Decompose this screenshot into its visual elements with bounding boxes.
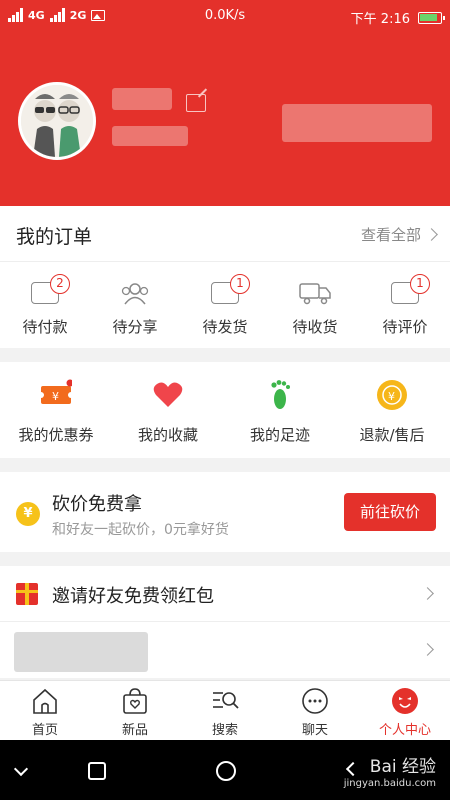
service-footprints[interactable]: 我的足迹 [224,362,336,458]
blurred-content [14,632,148,672]
go-bargain-button[interactable]: 前往砍价 [344,493,436,531]
bag-icon [123,688,147,714]
chevron-right-icon [425,228,438,241]
invite-friends-row[interactable]: 邀请好友免费领红包 [0,566,450,622]
refund-icon: ¥ [377,380,407,410]
blurred-userinfo [112,126,188,146]
services-row: ¥ 我的优惠券 我的收藏 我的足迹 ¥ 退款/售后 [0,362,450,458]
chevron-right-icon [421,587,434,600]
battery-icon [418,11,445,24]
order-pending-review[interactable]: 1 待评价 [360,262,450,348]
order-pending-receipt[interactable]: 待收货 [270,262,360,348]
orders-title: 我的订单 [16,226,93,248]
order-pending-payment[interactable]: 2 待付款 [0,262,90,348]
order-label: 待评价 [382,318,428,336]
tab-label: 个人中心 [378,723,431,738]
chat-icon [302,688,328,714]
nav-back-icon[interactable] [13,761,29,777]
avatar-illustration [21,85,93,157]
clock: 下午 2:16 [350,12,410,27]
tab-label: 搜索 [211,723,238,738]
view-all-label: 查看全部 [360,226,421,244]
svg-text:¥: ¥ [52,390,59,403]
svg-text:¥: ¥ [388,390,395,403]
coupon-icon: ¥ [40,379,72,404]
service-label: 我的优惠券 [18,426,94,444]
service-favorites[interactable]: 我的收藏 [112,362,224,458]
tab-search[interactable]: 搜索 [180,681,270,741]
tab-label: 首页 [31,723,58,738]
nav-home-icon[interactable] [216,761,236,781]
watermark-url: jingyan.baidu.com [343,778,436,789]
tab-chat[interactable]: 聊天 [270,681,360,741]
blurred-username [112,88,172,110]
truck-icon [299,283,331,305]
users-icon [121,283,149,305]
blurred-row[interactable] [0,622,450,678]
order-badge: 2 [50,274,70,294]
search-icon [213,692,239,709]
order-label: 待付款 [22,318,68,336]
service-label: 我的足迹 [249,426,310,444]
service-coupons[interactable]: ¥ 我的优惠券 [0,362,112,458]
order-status-row: 2 待付款 待分享 1 待发货 待收货 1 待评价 [0,262,450,348]
order-label: 待分享 [112,318,158,336]
profile-header [0,34,450,206]
edit-icon[interactable] [186,94,206,112]
service-refund[interactable]: ¥ 退款/售后 [336,362,448,458]
heart-icon [153,382,183,407]
service-label: 我的收藏 [137,426,198,444]
service-label: 退款/售后 [359,426,425,444]
home-icon [33,688,57,714]
tab-home[interactable]: 首页 [0,681,90,741]
avatar[interactable] [18,82,96,160]
tab-profile[interactable]: 个人中心 [360,681,450,741]
tab-label: 新品 [121,723,148,738]
bargain-section: ¥ 砍价免费拿 和好友一起砍价，0元拿好货 前往砍价 [0,472,450,552]
order-pending-share[interactable]: 待分享 [90,262,180,348]
status-bar: 4G 2G 0.0K/s 下午 2:16 [0,0,450,34]
order-label: 待收货 [292,318,338,336]
bargain-title: 砍价免费拿 [52,494,142,515]
chevron-right-icon [421,643,434,656]
orders-header: 我的订单 查看全部 [0,206,450,262]
nav-left-icon[interactable] [345,761,361,777]
watermark: Bai 经验 [369,757,436,777]
coin-icon: ¥ [16,502,40,526]
tab-new[interactable]: 新品 [90,681,180,741]
bargain-subtitle: 和好友一起砍价，0元拿好货 [52,522,229,538]
bottom-tab-bar: 首页 新品 搜索 聊天 个人中心 [0,680,450,740]
order-badge: 1 [230,274,250,294]
order-badge: 1 [410,274,430,294]
order-pending-shipment[interactable]: 1 待发货 [180,262,270,348]
system-nav-bar: Bai 经验 jingyan.baidu.com [0,740,450,800]
invite-label: 邀请好友免费领红包 [52,586,214,607]
tab-label: 聊天 [301,723,328,738]
blurred-stats [282,104,432,142]
view-all-orders-link[interactable]: 查看全部 [360,224,438,245]
profile-icon [392,688,418,714]
nav-square-icon[interactable] [88,762,106,780]
status-right: 下午 2:16 [350,8,445,27]
footprint-icon [271,380,290,409]
order-label: 待发货 [202,318,248,336]
gift-icon [16,583,38,605]
